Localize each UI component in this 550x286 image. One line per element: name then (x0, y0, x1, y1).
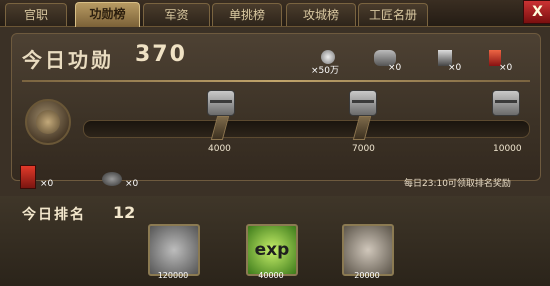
honor-window: 官职 功勋榜 军资 单挑榜 攻城榜 工匠名册 X 今日功勋 370 ×50万 ×… (0, 0, 550, 286)
merit-title: 今日功勋 (22, 48, 114, 72)
merit-progress-track (83, 120, 530, 138)
reward-soldier-count: ×0 (448, 63, 462, 73)
tab-military-funds[interactable]: 军资 (143, 3, 210, 26)
rank-value: 12 (113, 203, 136, 222)
tab-siege-ranking[interactable]: 攻城榜 (286, 3, 356, 26)
milestone-label: 4000 (208, 144, 231, 154)
stone-resource-count: 20000 (354, 271, 380, 280)
merit-emblem-icon (25, 99, 71, 145)
silver-coins-icon[interactable] (148, 224, 200, 276)
reward-stone-count: ×0 (388, 63, 402, 73)
milestone-label: 10000 (493, 144, 522, 154)
rank-title: 今日排名 (22, 207, 86, 223)
tab-merit-ranking[interactable]: 功勋榜 (75, 2, 140, 27)
chest-icon[interactable] (207, 90, 235, 116)
stone-resource-icon[interactable] (342, 224, 394, 276)
chest-icon[interactable] (492, 90, 520, 116)
exp-count: 40000 (258, 271, 284, 280)
reward-flag-count: ×0 (499, 63, 513, 73)
divider (22, 80, 530, 82)
reward-silver-count: ×50万 (311, 66, 339, 76)
tab-artisan-register[interactable]: 工匠名册 (358, 3, 428, 26)
close-button[interactable]: X (523, 0, 550, 24)
exp-icon[interactable]: exp (246, 224, 298, 276)
stone-count: ×0 (125, 179, 139, 189)
rank-reward-notice: 每日23:10可领取排名奖励 (404, 179, 511, 189)
silver-count: 120000 (157, 271, 189, 280)
tab-official-rank[interactable]: 官职 (5, 3, 67, 26)
flag-count: ×0 (40, 179, 54, 189)
chest-icon[interactable] (349, 90, 377, 116)
stone-icon (102, 172, 122, 186)
merit-value: 370 (135, 42, 187, 67)
tab-duel-ranking[interactable]: 单挑榜 (212, 3, 282, 26)
milestone-label: 7000 (352, 144, 375, 154)
tab-bar: 官职 功勋榜 军资 单挑榜 攻城榜 工匠名册 X (0, 0, 550, 27)
flag-icon (20, 165, 36, 189)
silver-icon (321, 50, 335, 64)
